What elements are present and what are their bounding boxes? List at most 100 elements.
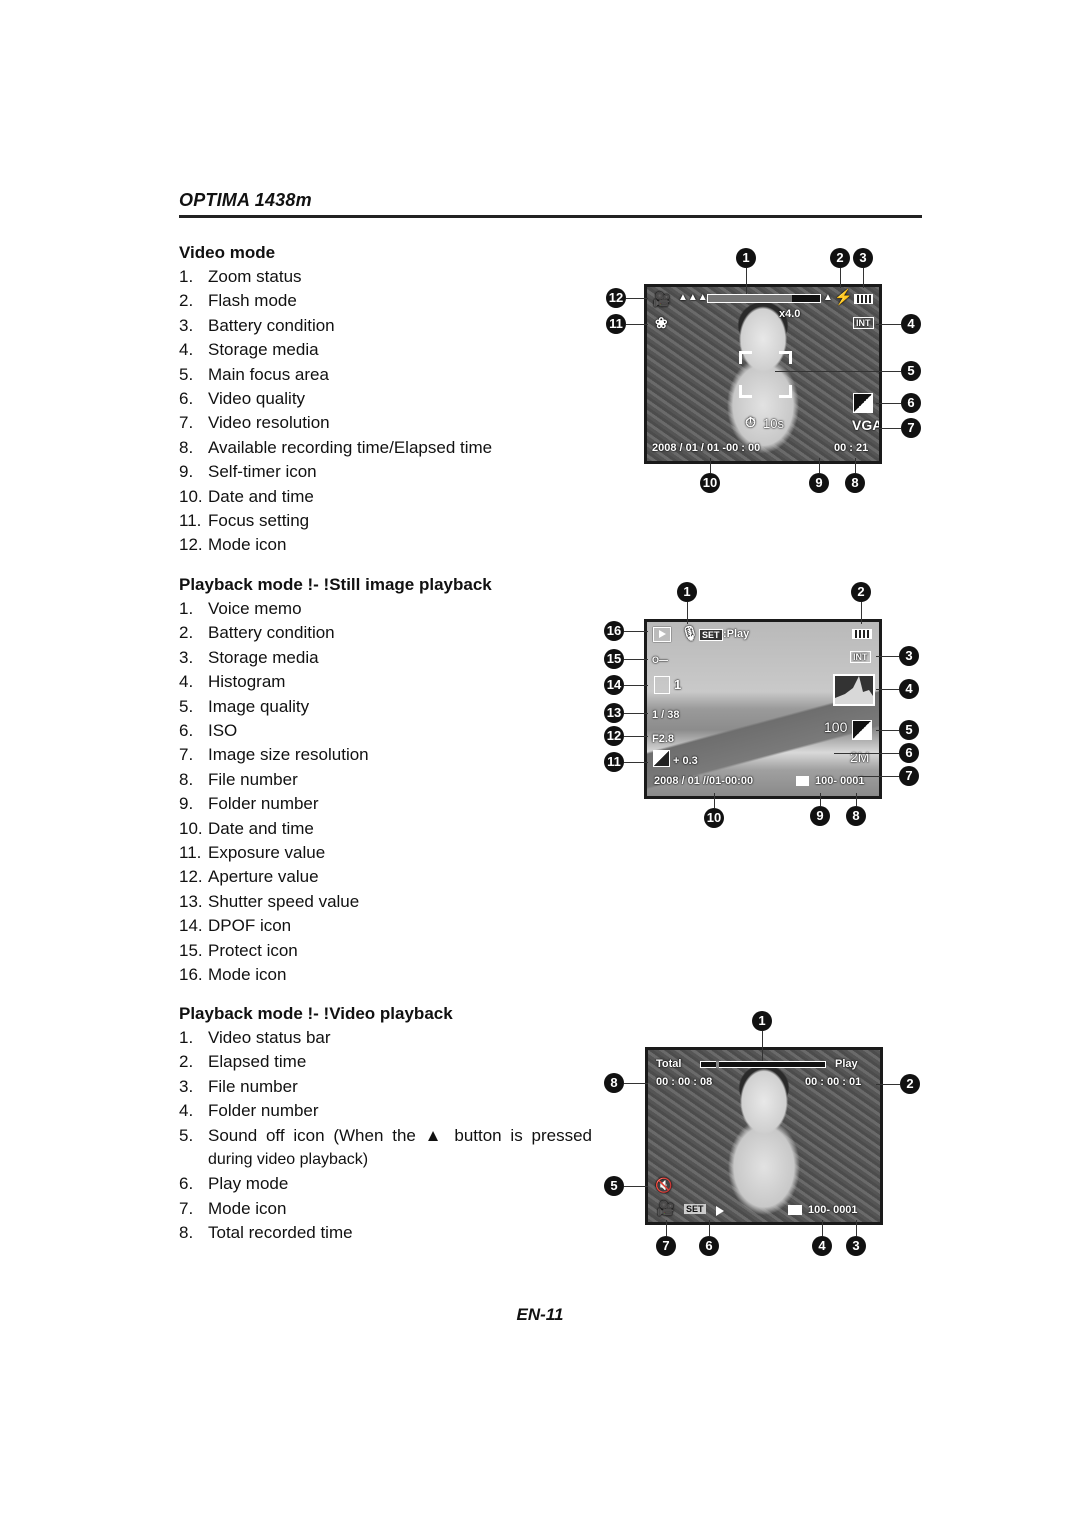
leader-line [876,656,899,657]
leader-line [714,793,715,808]
self-timer-value: 10s [763,416,784,431]
document-header: OPTIMA 1438m [179,190,922,218]
legend-text: Folder number [208,1101,319,1121]
leader-line [746,268,747,294]
legend-text: Play mode [208,1174,289,1194]
callout: 12 [604,726,624,746]
lcd-screen: 🎙 SET :Play INT O— 1 1 / 38 100 F2.8 2M … [644,619,882,799]
leader-line [863,268,864,288]
legend-number: 12. [179,535,203,555]
callout: 3 [853,248,873,268]
sound-off-icon: 🔇 [655,1177,673,1193]
date-time: 2008 / 01 //01-00:00 [654,775,754,787]
leader-line [876,1084,900,1085]
callout: 6 [899,743,919,763]
legend-item: 4. Folder number [179,1099,592,1123]
callout: 6 [901,393,921,413]
legend-number: 10. [179,818,203,838]
legend-text: DPOF icon [208,916,292,936]
recording-time: 00 : 21 [834,442,869,454]
folder-icon [796,776,809,786]
iso-value: 100 [824,719,848,735]
legend-item: 14. DPOF icon [179,914,599,938]
focus-bracket [739,351,752,364]
legend-item: 10. Date and time [179,817,599,841]
legend-number: 3. [179,315,194,335]
page-number: EN-11 [516,1305,564,1324]
legend-text: File number [208,1076,298,1096]
legend-number: 2. [179,623,194,643]
model-title: OPTIMA 1438m [179,190,312,210]
dpof-count: 1 [674,677,682,692]
leader-line [624,1083,648,1084]
set-button-label: SET [699,629,723,641]
video-status-bar[interactable] [700,1061,826,1068]
legend-item: 2. Battery condition [179,621,599,645]
legend-number: 12. [179,867,203,887]
image-quality-icon [852,720,872,740]
legend-list: 1. Video status bar 2. Elapsed time 3. File n… [179,1026,592,1246]
callout: 9 [810,806,830,826]
callout: 4 [812,1236,832,1256]
video-progress-thumb[interactable] [715,1061,719,1068]
leader-line [624,736,648,737]
legend-number: 5. [179,696,194,716]
lcd-screen: 🎥 ▲▲▲ ▲ ⚡ x4.0 INT ❀ ⏱ 10s VGA 2008 / 01… [644,284,882,464]
legend-item: 1. Zoom status [179,265,599,289]
elapsed-time: 00 : 00 : 01 [805,1076,862,1088]
leader-line [709,1220,710,1236]
legend-item: 6. Play mode [179,1172,592,1196]
leader-line [840,268,841,288]
legend-text: Aperture value [208,867,319,887]
zoom-tele-icon: ▲ [823,292,833,303]
legend-text: Battery condition [208,315,335,335]
legend-item-continuation: during video playback) [179,1148,592,1172]
shutter-speed: 1 / 38 [652,709,680,721]
total-label: Total [656,1058,682,1070]
focus-bracket [779,385,792,398]
legend-number: 4. [179,340,194,360]
legend-item: 2. Flash mode [179,289,599,313]
exposure-value: + 0.3 [673,755,698,767]
legend-item: 11. Exposure value [179,841,599,865]
legend-item: 8. Total recorded time [179,1221,592,1245]
legend-text: Mode icon [208,1198,287,1218]
flash-off-icon: ⚡ [834,289,853,306]
legend-text: File number [208,769,298,789]
callout: 11 [606,314,626,334]
legend-item: 12. Aperture value [179,865,599,889]
legend-number: 10. [179,486,203,506]
leader-line [819,458,820,473]
leader-line [856,1220,857,1236]
video-mode-icon: 🎥 [653,291,671,307]
leader-line [876,689,899,690]
protect-key-icon: O— [652,655,669,665]
legend-item: 5. Image quality [179,695,599,719]
callout: 3 [899,646,919,666]
legend-number: 9. [179,794,194,814]
legend-text: Folder number [208,794,319,814]
legend-text: Elapsed time [208,1052,307,1072]
legend-text: Sound off icon (When the ▲ button is pre… [208,1125,592,1145]
legend-item: 10. Date and time [179,485,599,509]
legend-item: 5. Sound off icon (When the ▲ button is p… [179,1124,592,1148]
exposure-icon [653,750,670,767]
leader-line [876,428,901,429]
storage-internal-icon: INT [853,317,874,329]
legend-text: Total recorded time [208,1223,353,1243]
legend-item: 2. Elapsed time [179,1050,592,1074]
legend-number: 5. [179,364,194,384]
section-title: Playback mode !- !Still image playback [179,575,492,594]
legend-text: Video status bar [208,1028,331,1047]
focus-bracket [739,385,752,398]
legend-text: Available recording time/Elapsed time [208,437,493,457]
legend-number: 15. [179,940,203,960]
total-time: 00 : 00 : 08 [656,1076,713,1088]
zoom-bar [707,294,821,303]
legend-number: 7. [179,413,194,433]
leader-line [687,602,688,624]
legend-number: 13. [179,891,203,911]
leader-line [624,631,648,632]
video-quality-icon [853,393,873,413]
legend-text: Video resolution [208,413,330,433]
